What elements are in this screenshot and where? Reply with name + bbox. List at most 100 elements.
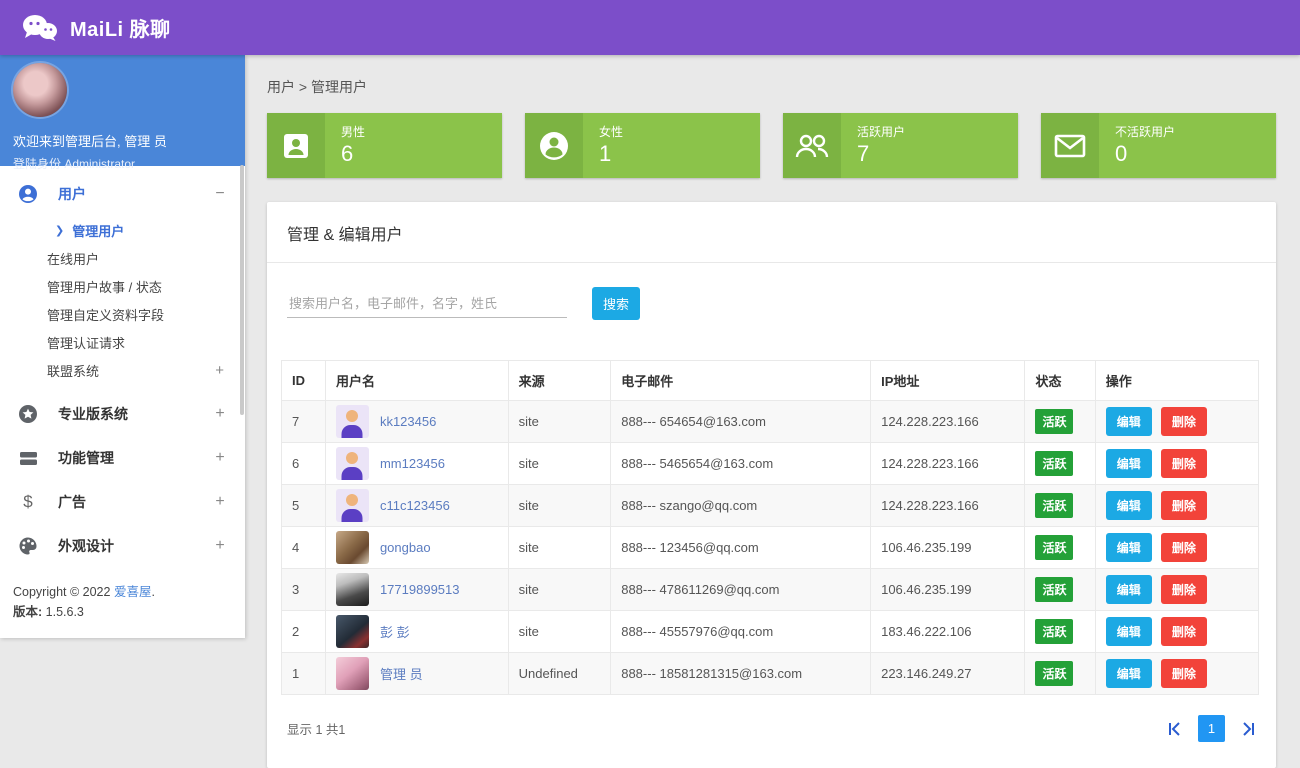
search-input[interactable] — [287, 290, 567, 318]
table-row: 7kk123456site888--- 654654@163.com124.22… — [282, 401, 1259, 443]
layers-icon — [18, 448, 38, 468]
manage-users-panel: 管理 & 编辑用户 搜索 ID 用户名 来源 电子邮件 IP地址 — [267, 202, 1276, 768]
status-badge: 活跃 — [1035, 577, 1073, 602]
status-badge: 活跃 — [1035, 619, 1073, 644]
star-circle-icon — [18, 404, 38, 424]
cell-id: 4 — [282, 527, 326, 569]
person-square-icon — [267, 113, 325, 178]
stat-card-male[interactable]: 男性 6 — [267, 113, 502, 178]
sidebar-footer: Copyright © 2022 爱喜屋. 版本: 1.5.6.3 — [0, 568, 245, 624]
pagination: 1 — [1167, 715, 1256, 742]
stat-card-female[interactable]: 女性 1 — [525, 113, 760, 178]
expand-icon[interactable]: + — [213, 537, 227, 555]
stat-card-inactive-users[interactable]: 不活跃用户 0 — [1041, 113, 1276, 178]
table-row: 2彭 彭site888--- 45557976@qq.com183.46.222… — [282, 611, 1259, 653]
person-circle-icon — [525, 113, 583, 178]
stat-value: 7 — [857, 141, 905, 167]
col-actions: 操作 — [1095, 361, 1258, 401]
user-avatar — [336, 573, 369, 606]
delete-button[interactable]: 删除 — [1161, 449, 1207, 478]
users-submenu: ❯ 管理用户 在线用户 管理用户故事 / 状态 管理自定义资料字段 管理认证请求… — [0, 216, 245, 392]
cell-source: site — [508, 401, 611, 443]
delete-button[interactable]: 删除 — [1161, 575, 1207, 604]
edit-button[interactable]: 编辑 — [1106, 617, 1152, 646]
version-value: 1.5.6.3 — [42, 605, 84, 619]
sidebar-item-verification-requests[interactable]: 管理认证请求 — [0, 328, 245, 356]
page-number-button[interactable]: 1 — [1198, 715, 1225, 742]
first-page-icon[interactable] — [1167, 721, 1183, 737]
stat-card-active-users[interactable]: 活跃用户 7 — [783, 113, 1018, 178]
cell-id: 6 — [282, 443, 326, 485]
expand-icon[interactable]: + — [213, 405, 227, 423]
menu-item-label: 联盟系统 — [47, 361, 99, 380]
version-label: 版本: — [13, 605, 42, 619]
delete-button[interactable]: 删除 — [1161, 533, 1207, 562]
menu-item-label: 管理用户 — [72, 221, 124, 240]
stat-label: 女性 — [599, 123, 623, 140]
edit-button[interactable]: 编辑 — [1106, 533, 1152, 562]
section-label: 外观设计 — [58, 536, 213, 556]
sidebar-section-ads[interactable]: $ 广告 + — [0, 480, 245, 524]
edit-button[interactable]: 编辑 — [1106, 407, 1152, 436]
status-badge: 活跃 — [1035, 409, 1073, 434]
cell-id: 2 — [282, 611, 326, 653]
username-link[interactable]: 17719899513 — [380, 582, 460, 597]
username-link[interactable]: kk123456 — [380, 414, 436, 429]
admin-avatar[interactable] — [13, 63, 67, 117]
user-avatar — [336, 447, 369, 480]
edit-button[interactable]: 编辑 — [1106, 575, 1152, 604]
col-id: ID — [282, 361, 326, 401]
username-link[interactable]: c11c123456 — [380, 498, 450, 513]
section-label: 广告 — [58, 492, 213, 512]
col-source: 来源 — [508, 361, 611, 401]
sidebar-item-affiliate-system[interactable]: 联盟系统 + — [0, 356, 245, 384]
sidebar-section-features[interactable]: 功能管理 + — [0, 436, 245, 480]
username-link[interactable]: mm123456 — [380, 456, 445, 471]
user-cell: 17719899513 — [336, 573, 498, 606]
delete-button[interactable]: 删除 — [1161, 659, 1207, 688]
sidebar-section-pro-system[interactable]: 专业版系统 + — [0, 392, 245, 436]
cell-email: 888--- 18581281315@163.com — [611, 653, 871, 695]
expand-icon[interactable]: + — [213, 493, 227, 511]
sidebar-item-online-users[interactable]: 在线用户 — [0, 244, 245, 272]
copyright-suffix: . — [151, 585, 154, 599]
delete-button[interactable]: 删除 — [1161, 491, 1207, 520]
search-button[interactable]: 搜索 — [592, 287, 640, 320]
main-content: 用户 > 管理用户 男性 6 — [245, 55, 1300, 755]
cell-ip: 106.46.235.199 — [871, 527, 1025, 569]
welcome-text: 欢迎来到管理后台, 管理 员 — [13, 131, 232, 150]
top-header: MaiLi 脉聊 — [0, 0, 1300, 55]
sidebar-scrollbar[interactable] — [240, 165, 244, 415]
user-circle-icon — [18, 184, 38, 204]
edit-button[interactable]: 编辑 — [1106, 491, 1152, 520]
cell-source: site — [508, 569, 611, 611]
palette-icon — [18, 536, 38, 556]
delete-button[interactable]: 删除 — [1161, 617, 1207, 646]
delete-button[interactable]: 删除 — [1161, 407, 1207, 436]
sidebar-section-users[interactable]: 用户 − — [0, 172, 245, 216]
username-link[interactable]: gongbao — [380, 540, 431, 555]
sidebar-section-appearance[interactable]: 外观设计 + — [0, 524, 245, 568]
edit-button[interactable]: 编辑 — [1106, 449, 1152, 478]
vendor-link[interactable]: 爱喜屋 — [114, 585, 152, 599]
sidebar-item-manage-users[interactable]: ❯ 管理用户 — [0, 216, 245, 244]
user-avatar — [336, 531, 369, 564]
section-label: 功能管理 — [58, 448, 213, 468]
cell-ip: 124.228.223.166 — [871, 485, 1025, 527]
edit-button[interactable]: 编辑 — [1106, 659, 1152, 688]
status-badge: 活跃 — [1035, 451, 1073, 476]
results-summary: 显示 1 共1 — [287, 719, 345, 738]
sidebar-item-custom-fields[interactable]: 管理自定义资料字段 — [0, 300, 245, 328]
table-row: 1管理 员Undefined888--- 18581281315@163.com… — [282, 653, 1259, 695]
last-page-icon[interactable] — [1240, 721, 1256, 737]
cell-ip: 124.228.223.166 — [871, 443, 1025, 485]
login-role-text: 登陆身份 Administrator — [13, 155, 232, 172]
username-link[interactable]: 管理 员 — [380, 664, 423, 683]
username-link[interactable]: 彭 彭 — [380, 622, 410, 641]
cell-email: 888--- 123456@qq.com — [611, 527, 871, 569]
expand-icon[interactable]: + — [213, 449, 227, 467]
users-table-wrap: ID 用户名 来源 电子邮件 IP地址 状态 操作 7kk123456site8… — [267, 348, 1276, 695]
expand-icon[interactable]: + — [215, 362, 224, 379]
sidebar-item-user-stories[interactable]: 管理用户故事 / 状态 — [0, 272, 245, 300]
collapse-icon[interactable]: − — [213, 185, 227, 203]
